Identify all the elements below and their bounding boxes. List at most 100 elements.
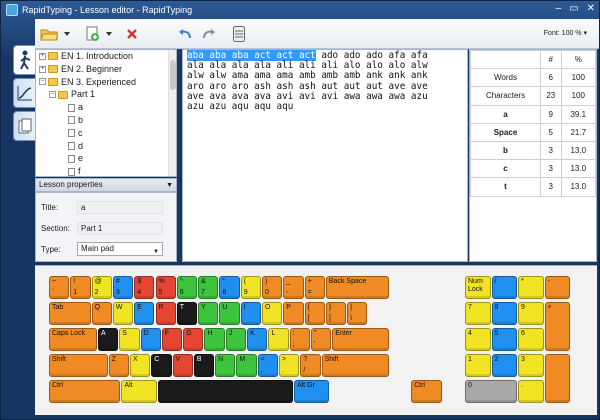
keyboard-key[interactable]: + = xyxy=(304,276,325,299)
keyboard-key[interactable]: M xyxy=(236,354,257,377)
keyboard-key[interactable]: B xyxy=(193,354,215,377)
maximize-button[interactable]: ▭ xyxy=(569,4,578,14)
keyboard-key[interactable]: Y xyxy=(198,302,219,325)
tree-item[interactable]: a xyxy=(36,101,176,114)
delete-button[interactable] xyxy=(123,23,141,45)
font-zoom-dropdown[interactable]: Font: 100 % ▾ xyxy=(544,29,587,37)
keyboard-key[interactable]: D xyxy=(140,328,161,351)
keyboard-key[interactable]: O xyxy=(262,302,283,325)
keyboard-key[interactable]: ? / xyxy=(300,354,321,377)
redo-button[interactable] xyxy=(199,23,219,45)
tree-item[interactable]: f xyxy=(36,165,176,176)
keyboard-key[interactable]: A xyxy=(97,328,119,351)
keyboard-key[interactable]: 6 xyxy=(518,328,544,351)
keyboard-key[interactable]: S xyxy=(119,328,140,351)
keyboard-key[interactable]: * 8 xyxy=(219,276,240,299)
keyboard-key[interactable]: ! 1 xyxy=(70,276,91,299)
add-lesson-button[interactable] xyxy=(83,23,101,45)
tab-statistics[interactable] xyxy=(13,78,35,108)
expand-icon[interactable]: + xyxy=(39,52,46,60)
keyboard-key[interactable]: . xyxy=(518,380,544,403)
expand-icon[interactable]: + xyxy=(39,65,46,73)
keyboard-settings-button[interactable] xyxy=(231,23,247,45)
keyboard-key[interactable]: F xyxy=(161,328,183,351)
keyboard-key[interactable]: Num Lock xyxy=(465,276,491,299)
keyboard-key[interactable]: 3 xyxy=(518,354,544,377)
tree-item[interactable]: c xyxy=(36,127,176,140)
keyboard-key[interactable]: C xyxy=(151,354,172,377)
keyboard-key[interactable]: P xyxy=(283,302,304,325)
keyboard-key[interactable]: 2 xyxy=(491,354,517,377)
keyboard-key[interactable]: X xyxy=(129,354,151,377)
keyboard-key[interactable]: Back Space xyxy=(325,276,389,299)
tree-item[interactable]: e xyxy=(36,152,176,165)
keyboard-key[interactable]: 5 xyxy=(491,328,517,351)
collapse-icon[interactable]: − xyxy=(39,78,46,86)
keyboard-key[interactable]: }] xyxy=(325,302,347,325)
title-field[interactable]: a xyxy=(77,200,163,214)
tree-item[interactable]: − EN 3. Experienced xyxy=(36,76,176,89)
keyboard-key[interactable]: I xyxy=(240,302,261,325)
keyboard-key[interactable]: @2 xyxy=(91,276,112,299)
keyboard-key[interactable]: ^ 6 xyxy=(176,276,198,299)
keyboard-key[interactable]: " ' xyxy=(310,328,332,351)
keyboard-key[interactable]: Alt xyxy=(121,380,157,403)
keyboard-key[interactable]: Q xyxy=(91,302,112,325)
keyboard-key[interactable]: R xyxy=(155,302,176,325)
keyboard-key[interactable]: ~ ` xyxy=(49,276,70,299)
keyboard-key[interactable]: & 7 xyxy=(198,276,219,299)
keyboard-key[interactable]: H xyxy=(204,328,225,351)
keyboard-key[interactable]: 4 xyxy=(465,328,491,351)
keyboard-key[interactable]: Shift xyxy=(49,354,108,377)
keyboard-key[interactable]: U xyxy=(219,302,240,325)
keyboard-key[interactable]: Ctrl xyxy=(411,380,443,403)
tree-item[interactable]: + EN 1. Introduction xyxy=(36,50,176,63)
tab-lessons[interactable] xyxy=(13,45,35,75)
keyboard-key[interactable]: Shift xyxy=(321,354,389,377)
keyboard-key[interactable]: * xyxy=(518,276,544,299)
type-select[interactable]: Main pad ▼ xyxy=(77,242,163,256)
keyboard-key[interactable]: W xyxy=(112,302,134,325)
open-dropdown-button[interactable] xyxy=(63,23,71,45)
keyboard-key[interactable]: + xyxy=(544,302,570,351)
keyboard-key[interactable]: Tab xyxy=(49,302,91,325)
minimize-button[interactable]: – xyxy=(556,4,562,14)
tree-item[interactable]: b xyxy=(36,114,176,127)
section-field[interactable]: Part 1 xyxy=(77,221,163,235)
keyboard-key[interactable]: >. xyxy=(279,354,300,377)
keyboard-key[interactable]: Alt Gr xyxy=(293,380,330,403)
keyboard-key[interactable]: <, xyxy=(257,354,279,377)
keyboard-key[interactable]: N xyxy=(215,354,236,377)
keyboard-key[interactable]: T xyxy=(176,302,198,325)
add-dropdown-button[interactable] xyxy=(105,23,113,45)
keyboard-key[interactable]: 7 xyxy=(465,302,491,325)
keyboard-key[interactable]: 1 xyxy=(465,354,491,377)
keyboard-key[interactable]: Ctrl xyxy=(49,380,121,403)
lesson-text-editor[interactable]: aba aba aba act act act ado ado ado afa … xyxy=(182,49,468,262)
undo-button[interactable] xyxy=(175,23,195,45)
tree-item[interactable]: + EN 2. Beginner xyxy=(36,63,176,76)
keyboard-key[interactable]: ) 0 xyxy=(262,276,283,299)
keyboard-key[interactable]: K xyxy=(247,328,268,351)
lesson-properties-header[interactable]: Lesson properties ▼ xyxy=(35,178,177,192)
keyboard-key[interactable] xyxy=(544,354,570,403)
keyboard-key[interactable]: V xyxy=(172,354,193,377)
keyboard-key[interactable]: Enter xyxy=(332,328,389,351)
keyboard-key[interactable]: 0 xyxy=(465,380,517,403)
keyboard-key[interactable]: | \ xyxy=(347,302,368,325)
close-button[interactable]: ✕ xyxy=(587,4,595,14)
keyboard-key[interactable]: / xyxy=(491,276,517,299)
keyboard-key[interactable]: 8 xyxy=(491,302,517,325)
keyboard-key[interactable]: E xyxy=(134,302,155,325)
keyboard-key[interactable]: $4 xyxy=(134,276,155,299)
keyboard-key[interactable]: G xyxy=(183,328,204,351)
collapse-icon[interactable]: − xyxy=(49,91,56,99)
tree-scrollbar[interactable] xyxy=(168,50,176,176)
tree-item[interactable]: − Part 1 xyxy=(36,88,176,101)
open-folder-button[interactable] xyxy=(39,23,59,45)
keyboard-key[interactable]: Caps Lock xyxy=(49,328,97,351)
tree-item[interactable]: d xyxy=(36,140,176,153)
keyboard-key[interactable]: - xyxy=(544,276,570,299)
keyboard-key[interactable]: L xyxy=(268,328,289,351)
keyboard-key[interactable]: (9 xyxy=(240,276,261,299)
